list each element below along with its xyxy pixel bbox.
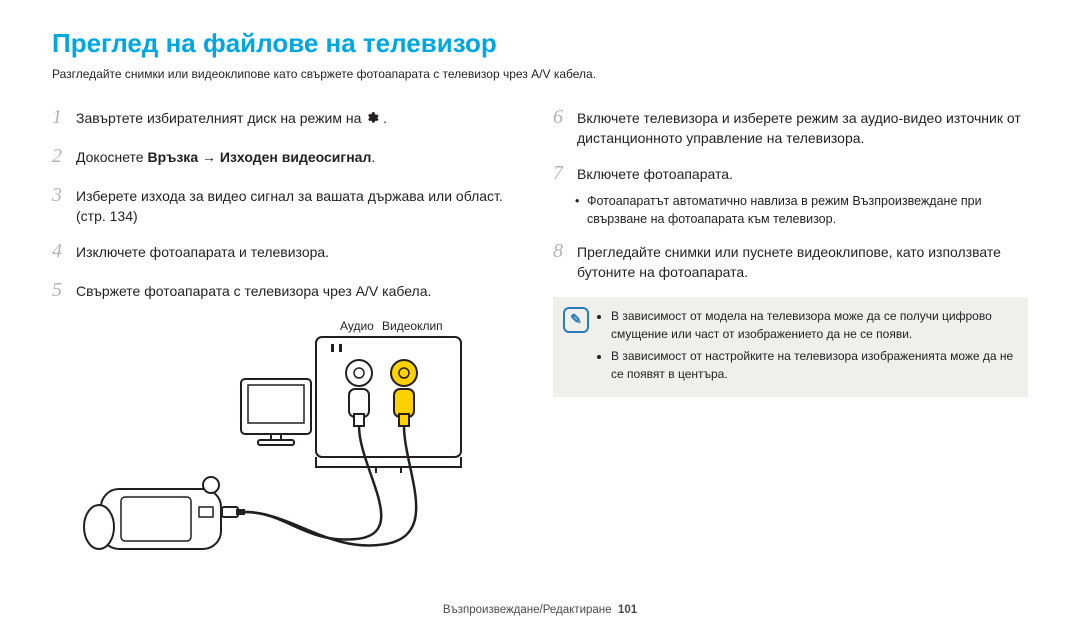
step-body: Включете телевизора и изберете режим за …: [577, 108, 1028, 149]
step-2: 2 Докоснете Връзка → Изходен видеосигнал…: [52, 142, 527, 171]
step-1: 1 Завъртете избирателният диск на режим …: [52, 103, 527, 132]
step-6: 6 Включете телевизора и изберете режим з…: [553, 103, 1028, 149]
connection-diagram: Аудио Видеоклип: [76, 319, 486, 569]
note-box: ✎ В зависимост от модела на телевизора м…: [553, 297, 1028, 397]
step-number: 7: [553, 159, 577, 188]
gear-icon: [365, 111, 379, 125]
step-bold-text: Връзка → Изходен видеосигнал: [147, 149, 371, 165]
step-body: Докоснете Връзка → Изходен видеосигнал.: [76, 147, 527, 167]
step-number: 3: [52, 181, 76, 210]
video-label: Видеоклип: [382, 319, 443, 333]
page-footer: Възпроизвеждане/Редактиране 101: [0, 604, 1080, 616]
step-body: Свържете фотоапарата с телевизора чрез A…: [76, 281, 527, 301]
note-icon: ✎: [563, 307, 589, 333]
note-bullet-2: В зависимост от настройките на телевизор…: [611, 347, 1014, 383]
page-subtitle: Разгледайте снимки или видеоклипове като…: [52, 67, 1028, 81]
right-column: 6 Включете телевизора и изберете режим з…: [553, 103, 1028, 569]
step-number: 4: [52, 237, 76, 266]
step-number: 8: [553, 237, 577, 266]
step-4: 4 Изключете фотоапарата и телевизора.: [52, 237, 527, 266]
audio-label: Аудио: [340, 319, 374, 333]
step-7-bullet: Фотоапаратът автоматично навлиза в режим…: [577, 192, 1028, 230]
step-5: 5 Свържете фотоапарата с телевизора чрез…: [52, 276, 527, 305]
columns: 1 Завъртете избирателният диск на режим …: [52, 103, 1028, 569]
note-bullet-1: В зависимост от модела на телевизора мож…: [611, 307, 1014, 343]
step-text: Докоснете: [76, 149, 147, 165]
step-number: 1: [52, 103, 76, 132]
step-number: 6: [553, 103, 577, 132]
page: Преглед на файлове на телевизор Разгледа…: [0, 0, 1080, 630]
footer-page-number: 101: [618, 604, 637, 616]
step-body: Завъртете избирателният диск на режим на…: [76, 108, 527, 128]
step-body: Прегледайте снимки или пуснете видеоклип…: [577, 242, 1028, 283]
left-column: 1 Завъртете избирателният диск на режим …: [52, 103, 527, 569]
step-body: Включете фотоапарата.: [577, 164, 1028, 184]
page-title: Преглед на файлове на телевизор: [52, 28, 1028, 59]
step-7: 7 Включете фотоапарата.: [553, 159, 1028, 188]
step-text: Завъртете избирателният диск на режим на: [76, 110, 365, 126]
step-body: Изключете фотоапарата и телевизора.: [76, 242, 527, 262]
step-text: .: [371, 149, 375, 165]
step-3: 3 Изберете изхода за видео сигнал за ваш…: [52, 181, 527, 227]
step-number: 5: [52, 276, 76, 305]
step-text: .: [383, 110, 387, 126]
step-body: Изберете изхода за видео сигнал за вашат…: [76, 186, 527, 227]
step-8: 8 Прегледайте снимки или пуснете видеокл…: [553, 237, 1028, 283]
step-number: 2: [52, 142, 76, 171]
diagram-svg: [76, 319, 486, 569]
footer-section: Възпроизвеждане/Редактиране: [443, 604, 612, 616]
